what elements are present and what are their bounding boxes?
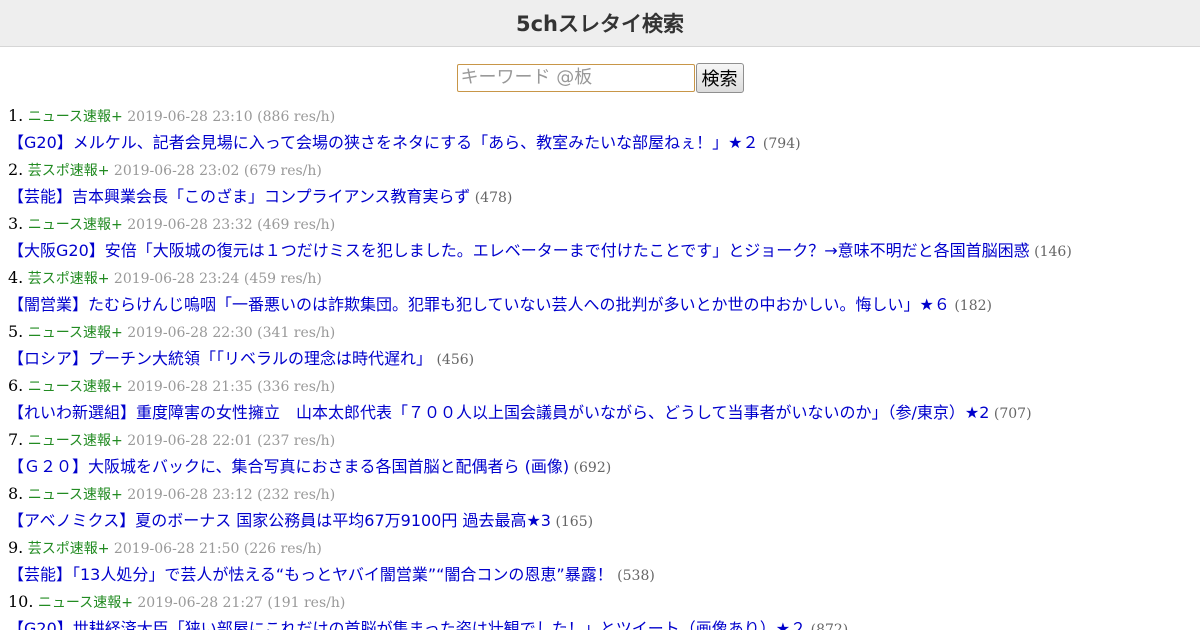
result-meta: 7. ニュース速報+ 2019-06-28 22:01 (237 res/h) — [8, 426, 1200, 453]
result-number: 9. — [8, 538, 24, 557]
result-title-line: 【G20】メルケル、記者会見場に入って会場の狭さをネタにする「あら、教室みたいな… — [8, 129, 1200, 156]
board-link[interactable]: 芸スポ速報+ — [28, 541, 110, 557]
result-rate: (886 res/h) — [257, 109, 336, 125]
search-bar: 検索 — [0, 47, 1200, 102]
result-rate: (469 res/h) — [257, 217, 336, 233]
board-link[interactable]: ニュース速報+ — [28, 325, 123, 341]
result-meta: 3. ニュース速報+ 2019-06-28 23:32 (469 res/h) — [8, 210, 1200, 237]
response-count: (707) — [993, 406, 1032, 422]
board-link[interactable]: ニュース速報+ — [28, 379, 123, 395]
response-count: (794) — [762, 136, 801, 152]
response-count: (146) — [1034, 244, 1072, 260]
list-item: 7. ニュース速報+ 2019-06-28 22:01 (237 res/h) 【… — [8, 426, 1200, 480]
result-datetime: 2019-06-28 21:50 — [113, 541, 240, 557]
result-number: 5. — [8, 322, 24, 341]
result-title-line: 【ロシア】プーチン大統領「「リベラルの理念は時代遅れ」 (456) — [8, 345, 1200, 372]
response-count: (165) — [555, 514, 594, 530]
result-rate: (341 res/h) — [257, 325, 336, 341]
list-item: 10. ニュース速報+ 2019-06-28 21:27 (191 res/h)… — [8, 588, 1200, 630]
response-count: (478) — [474, 190, 513, 206]
result-number: 2. — [8, 160, 24, 179]
response-count: (182) — [954, 298, 992, 314]
result-datetime: 2019-06-28 21:27 — [137, 595, 263, 611]
list-item: 5. ニュース速報+ 2019-06-28 22:30 (341 res/h) 【… — [8, 318, 1200, 372]
result-meta: 5. ニュース速報+ 2019-06-28 22:30 (341 res/h) — [8, 318, 1200, 345]
result-datetime: 2019-06-28 23:02 — [113, 163, 240, 179]
result-title-line: 【Ｇ２０】大阪城をバックに、集合写真におさまる各国首脳と配偶者ら (画像) (6… — [8, 453, 1200, 480]
board-link[interactable]: ニュース速報+ — [28, 109, 123, 125]
result-datetime: 2019-06-28 22:01 — [127, 433, 253, 449]
result-rate: (679 res/h) — [243, 163, 322, 179]
board-link[interactable]: ニュース速報+ — [28, 217, 123, 233]
result-rate: (237 res/h) — [257, 433, 336, 449]
result-datetime: 2019-06-28 22:30 — [127, 325, 253, 341]
result-number: 8. — [8, 484, 24, 503]
thread-title-link[interactable]: 【芸能】吉本興業会長「このざま」コンプライアンス教育実らず — [8, 187, 470, 206]
result-rate: (191 res/h) — [267, 595, 346, 611]
thread-title-link[interactable]: 【大阪G20】安倍「大阪城の復元は１つだけミスを犯しました。エレベーターまで付け… — [8, 241, 1030, 260]
list-item: 6. ニュース速報+ 2019-06-28 21:35 (336 res/h) 【… — [8, 372, 1200, 426]
thread-title-link[interactable]: 【G20】世耕経済大臣「狭い部屋にこれだけの首脳が集まった姿は壮観でした！」とツ… — [8, 619, 806, 630]
thread-title-link[interactable]: 【ロシア】プーチン大統領「「リベラルの理念は時代遅れ」 — [8, 349, 432, 368]
response-count: (872) — [810, 622, 849, 630]
page-title: 5chスレタイ検索 — [515, 12, 684, 36]
result-meta: 6. ニュース速報+ 2019-06-28 21:35 (336 res/h) — [8, 372, 1200, 399]
result-meta: 1. ニュース速報+ 2019-06-28 23:10 (886 res/h) — [8, 102, 1200, 129]
response-count: (456) — [436, 352, 475, 368]
result-meta: 9. 芸スポ速報+ 2019-06-28 21:50 (226 res/h) — [8, 534, 1200, 561]
list-item: 8. ニュース速報+ 2019-06-28 23:12 (232 res/h) 【… — [8, 480, 1200, 534]
board-link[interactable]: 芸スポ速報+ — [28, 271, 110, 287]
result-title-line: 【れいわ新選組】重度障害の女性擁立 山本太郎代表「７００人以上国会議員がいながら… — [8, 399, 1200, 426]
search-form: 検索 — [456, 62, 744, 93]
board-link[interactable]: ニュース速報+ — [28, 487, 123, 503]
list-item: 2. 芸スポ速報+ 2019-06-28 23:02 (679 res/h) 【芸… — [8, 156, 1200, 210]
result-datetime: 2019-06-28 23:12 — [127, 487, 253, 503]
result-number: 6. — [8, 376, 24, 395]
result-rate: (232 res/h) — [257, 487, 336, 503]
response-count: (692) — [573, 460, 612, 476]
result-rate: (226 res/h) — [243, 541, 322, 557]
search-button[interactable]: 検索 — [695, 62, 744, 93]
list-item: 3. ニュース速報+ 2019-06-28 23:32 (469 res/h) 【… — [8, 210, 1200, 264]
response-count: (538) — [617, 568, 655, 584]
result-title-line: 【アベノミクス】夏のボーナス 国家公務員は平均67万9100円 過去最高★3 (… — [8, 507, 1200, 534]
result-title-line: 【闇営業】たむらけんじ嗚咽「一番悪いのは詐欺集団。犯罪も犯していない芸人への批判… — [8, 291, 1200, 318]
result-meta: 2. 芸スポ速報+ 2019-06-28 23:02 (679 res/h) — [8, 156, 1200, 183]
result-datetime: 2019-06-28 23:24 — [113, 271, 240, 287]
result-meta: 4. 芸スポ速報+ 2019-06-28 23:24 (459 res/h) — [8, 264, 1200, 291]
result-datetime: 2019-06-28 23:32 — [127, 217, 253, 233]
thread-title-link[interactable]: 【芸能】「13人処分」で芸人が怯える“もっとヤバイ闇営業”“闇合コンの恩恵”暴露… — [8, 565, 613, 584]
results-list: 1. ニュース速報+ 2019-06-28 23:10 (886 res/h) 【… — [0, 102, 1200, 630]
thread-title-link[interactable]: 【G20】メルケル、記者会見場に入って会場の狭さをネタにする「あら、教室みたいな… — [8, 133, 758, 152]
result-meta: 10. ニュース速報+ 2019-06-28 21:27 (191 res/h) — [8, 588, 1200, 615]
result-title-line: 【芸能】「13人処分」で芸人が怯える“もっとヤバイ闇営業”“闇合コンの恩恵”暴露… — [8, 561, 1200, 588]
result-number: 1. — [8, 106, 24, 125]
result-rate: (336 res/h) — [257, 379, 336, 395]
board-link[interactable]: ニュース速報+ — [28, 433, 123, 449]
list-item: 9. 芸スポ速報+ 2019-06-28 21:50 (226 res/h) 【芸… — [8, 534, 1200, 588]
result-meta: 8. ニュース速報+ 2019-06-28 23:12 (232 res/h) — [8, 480, 1200, 507]
thread-title-link[interactable]: 【アベノミクス】夏のボーナス 国家公務員は平均67万9100円 過去最高★3 — [8, 511, 551, 530]
thread-title-link[interactable]: 【闇営業】たむらけんじ嗚咽「一番悪いのは詐欺集団。犯罪も犯していない芸人への批判… — [8, 295, 950, 314]
result-title-line: 【G20】世耕経済大臣「狭い部屋にこれだけの首脳が集まった姿は壮観でした！」とツ… — [8, 615, 1200, 630]
board-link[interactable]: 芸スポ速報+ — [28, 163, 110, 179]
result-title-line: 【芸能】吉本興業会長「このざま」コンプライアンス教育実らず (478) — [8, 183, 1200, 210]
result-datetime: 2019-06-28 23:10 — [127, 109, 253, 125]
result-rate: (459 res/h) — [243, 271, 322, 287]
site-header: 5chスレタイ検索 — [0, 0, 1200, 47]
result-number: 4. — [8, 268, 24, 287]
result-datetime: 2019-06-28 21:35 — [127, 379, 253, 395]
result-number: 7. — [8, 430, 24, 449]
list-item: 4. 芸スポ速報+ 2019-06-28 23:24 (459 res/h) 【闇… — [8, 264, 1200, 318]
search-input[interactable] — [456, 63, 695, 92]
result-number: 10. — [8, 592, 34, 611]
thread-title-link[interactable]: 【Ｇ２０】大阪城をバックに、集合写真におさまる各国首脳と配偶者ら (画像) — [8, 457, 569, 476]
result-number: 3. — [8, 214, 24, 233]
result-title-line: 【大阪G20】安倍「大阪城の復元は１つだけミスを犯しました。エレベーターまで付け… — [8, 237, 1200, 264]
thread-title-link[interactable]: 【れいわ新選組】重度障害の女性擁立 山本太郎代表「７００人以上国会議員がいながら… — [8, 403, 989, 422]
board-link[interactable]: ニュース速報+ — [38, 595, 133, 611]
list-item: 1. ニュース速報+ 2019-06-28 23:10 (886 res/h) 【… — [8, 102, 1200, 156]
